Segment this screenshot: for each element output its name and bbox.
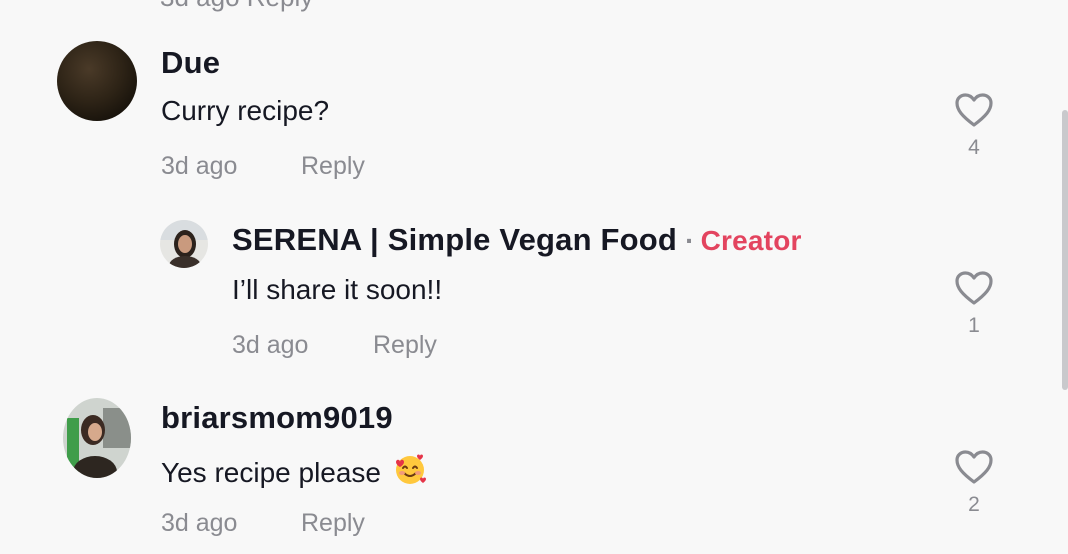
timestamp: 3d ago xyxy=(232,331,309,359)
avatar[interactable] xyxy=(160,220,208,268)
avatar[interactable] xyxy=(57,41,137,121)
scrollbar[interactable] xyxy=(1062,110,1068,390)
like-count: 1 xyxy=(968,314,980,337)
heart-outline-icon xyxy=(955,93,993,127)
heart-outline-icon xyxy=(955,271,993,305)
reply-button[interactable]: Reply xyxy=(373,331,437,360)
like-button[interactable]: 2 xyxy=(954,449,994,517)
timestamp: 3d ago xyxy=(161,509,238,537)
username-text[interactable]: SERENA | Simple Vegan Food xyxy=(232,222,677,257)
like-button[interactable]: 4 xyxy=(954,92,994,160)
separator-dot: · xyxy=(685,225,695,256)
comment-text: Yes recipe please xyxy=(161,452,427,493)
timestamp: 3d ago xyxy=(161,152,238,180)
username[interactable]: SERENA | Simple Vegan Food · Creator xyxy=(232,222,802,258)
reply-button[interactable]: Reply xyxy=(301,152,365,181)
username[interactable]: briarsmom9019 xyxy=(161,400,393,436)
reply-button[interactable]: Reply xyxy=(301,509,365,538)
like-count: 2 xyxy=(968,493,980,516)
comment-text: I’ll share it soon!! xyxy=(232,274,443,305)
comments-panel: 3d ago Reply Due Curry recipe? 3d ago Re… xyxy=(0,0,1068,554)
comment-text: Curry recipe? xyxy=(161,95,330,126)
previous-comment-meta: 3d ago Reply xyxy=(160,0,313,13)
like-button[interactable]: 1 xyxy=(954,270,994,338)
heart-outline-icon xyxy=(955,450,993,484)
like-count: 4 xyxy=(968,136,980,159)
comment-text-content: Yes recipe please xyxy=(161,457,382,488)
smiling-face-with-hearts-icon xyxy=(393,452,427,493)
creator-badge: Creator xyxy=(700,225,802,256)
username[interactable]: Due xyxy=(161,45,220,81)
avatar[interactable] xyxy=(63,398,131,478)
